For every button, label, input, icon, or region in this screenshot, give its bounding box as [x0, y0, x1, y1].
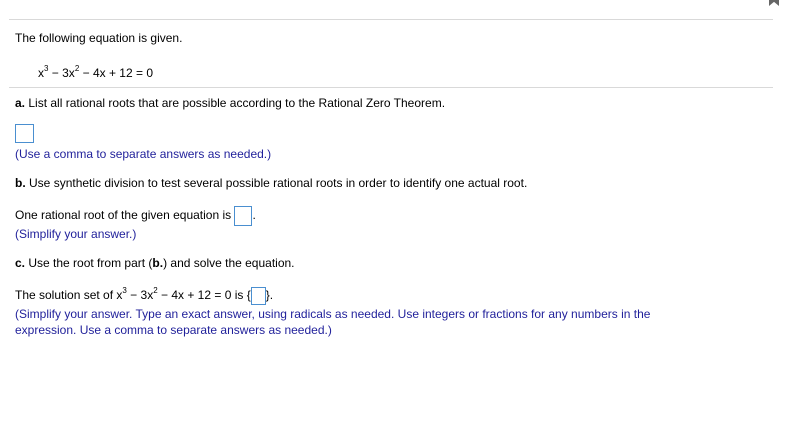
equation: x3 − 3x2 − 4x + 12 = 0 — [38, 64, 153, 81]
expand-handle-icon[interactable] — [763, 0, 785, 8]
part-a-hint: (Use a comma to separate answers as need… — [15, 147, 272, 161]
part-b-answer-line: One rational root of the given equation … — [15, 205, 256, 226]
part-b-hint: (Simplify your answer.) — [15, 227, 137, 241]
part-a-question: a. List all rational roots that are poss… — [15, 96, 446, 110]
top-divider — [9, 19, 773, 20]
part-c-answer-input[interactable] — [250, 286, 266, 305]
part-b-answer-input[interactable] — [234, 205, 253, 226]
intro-text: The following equation is given. — [15, 31, 183, 45]
part-c-hint-line1: (Simplify your answer. Type an exact ans… — [15, 307, 651, 321]
part-c-answer-line: The solution set of x3 − 3x2 − 4x + 12 =… — [15, 285, 273, 305]
equation-divider — [9, 87, 773, 88]
part-a-answer-input[interactable] — [15, 124, 34, 143]
part-c-hint-line2: expression. Use a comma to separate answ… — [15, 323, 332, 337]
part-c-question: c. Use the root from part (b.) and solve… — [15, 256, 295, 270]
part-b-question: b. Use synthetic division to test severa… — [15, 176, 528, 190]
